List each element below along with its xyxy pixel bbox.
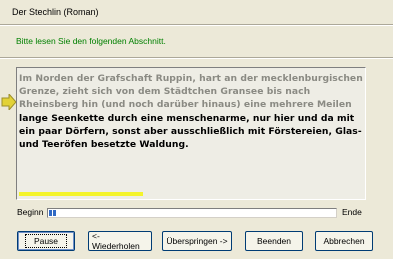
document-title: Der Stechlin (Roman) xyxy=(12,7,99,17)
repeat-button-label: <- Wiederholen xyxy=(92,231,140,251)
divider xyxy=(0,58,393,59)
skip-button-label: Überspringen -> xyxy=(166,236,228,246)
cancel-button[interactable]: Abbrechen xyxy=(315,231,373,251)
progress-begin-label: Beginn xyxy=(17,207,44,217)
finish-button[interactable]: Beenden xyxy=(245,231,303,251)
reading-text: Im Norden der Grafschaft Ruppin, hart an… xyxy=(19,72,365,151)
unread-text: lange Seenkette durch eine menschenarme,… xyxy=(19,112,362,151)
read-text: Im Norden der Grafschaft Ruppin, hart an… xyxy=(19,73,363,111)
skip-button[interactable]: Überspringen -> xyxy=(162,231,232,251)
reading-text-panel: Im Norden der Grafschaft Ruppin, hart an… xyxy=(16,67,366,200)
reading-highlight-bar xyxy=(19,192,143,196)
instruction-text: Bitte lesen Sie den folgenden Abschnitt. xyxy=(16,36,166,46)
reading-progress-bar xyxy=(47,208,337,218)
progress-fill xyxy=(49,210,56,216)
finish-button-label: Beenden xyxy=(256,236,292,246)
repeat-button[interactable]: <- Wiederholen xyxy=(88,231,152,251)
reading-position-arrow-icon xyxy=(1,94,17,110)
progress-end-label: Ende xyxy=(342,207,362,217)
cancel-button-label: Abbrechen xyxy=(323,236,365,246)
divider xyxy=(0,25,393,26)
pause-button[interactable]: Pause xyxy=(17,231,75,251)
pause-button-label: Pause xyxy=(24,234,68,248)
